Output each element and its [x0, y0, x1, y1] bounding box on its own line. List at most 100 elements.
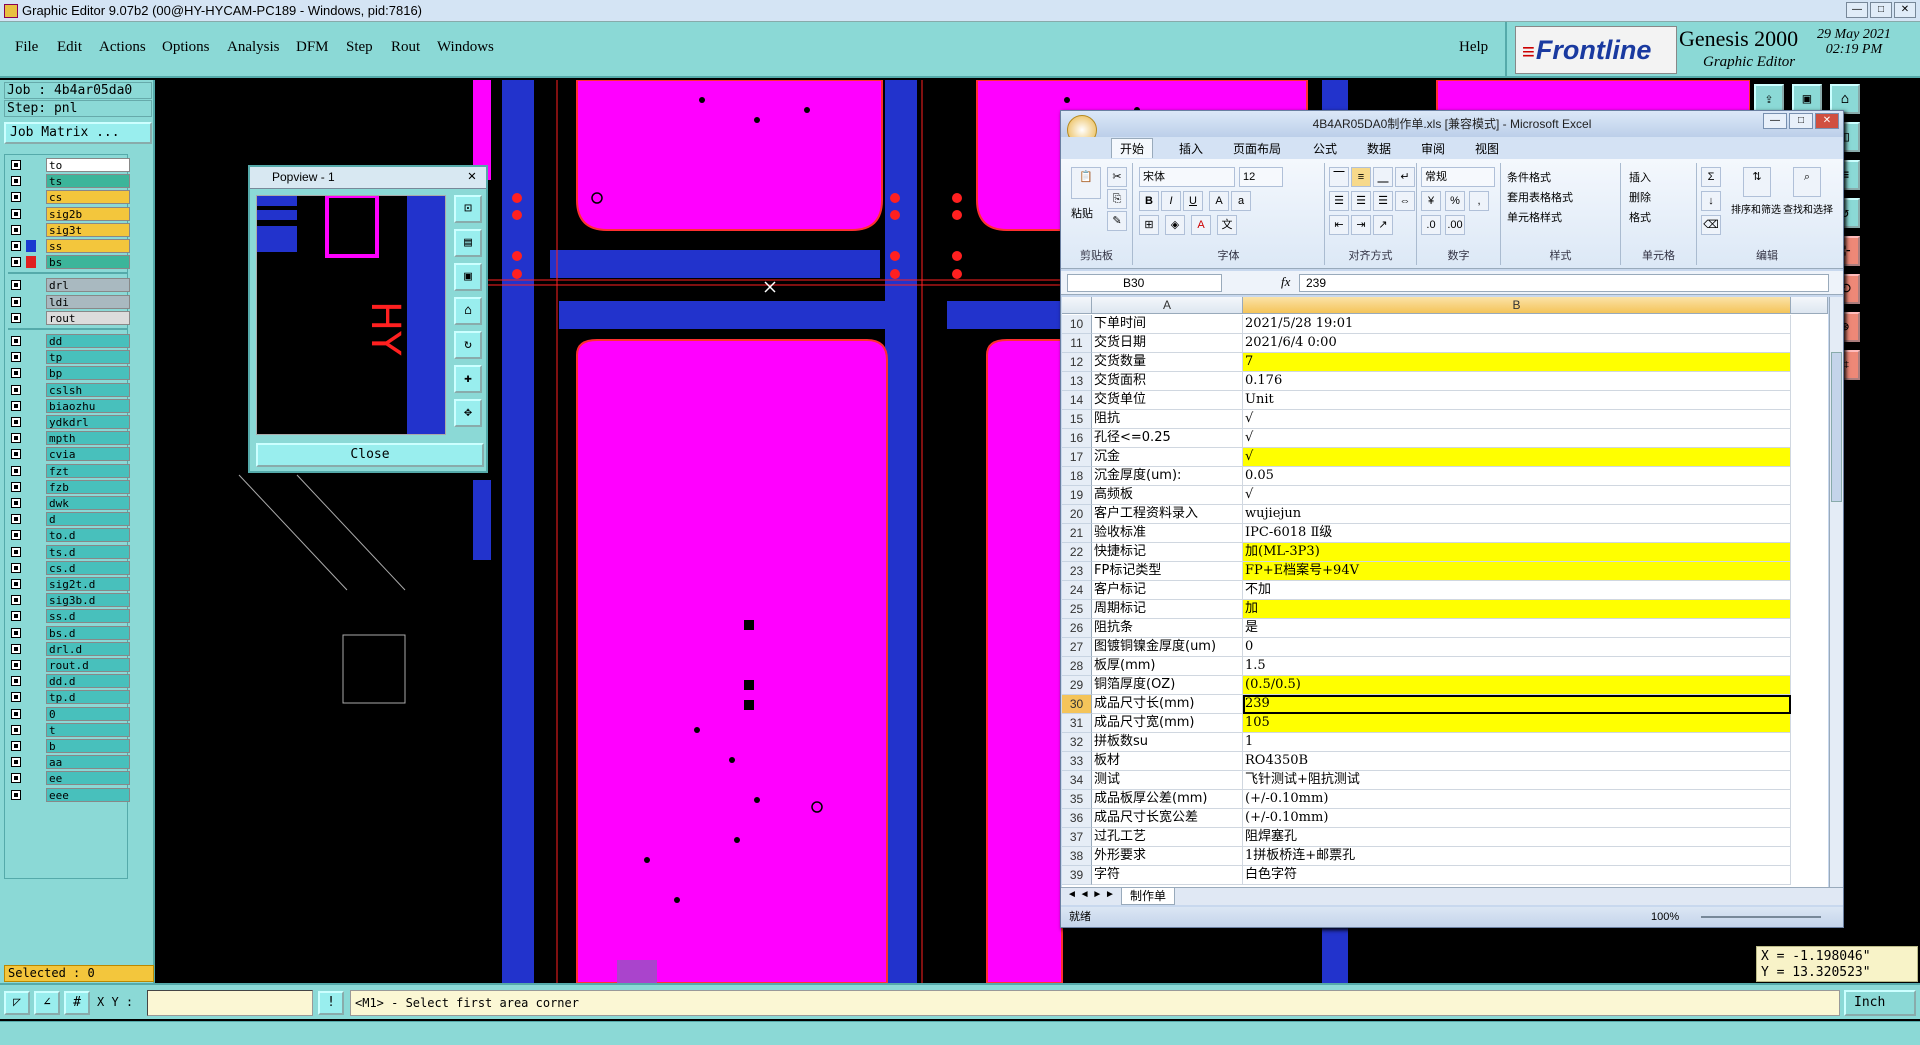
layer-checkbox[interactable] [11, 280, 21, 291]
row-number[interactable]: 19 [1062, 486, 1092, 505]
bold-icon[interactable]: B [1139, 191, 1159, 211]
grid-icon[interactable]: # [64, 991, 90, 1015]
layer-name[interactable]: mpth [46, 431, 130, 446]
conditional-format-button[interactable]: 条件格式 [1507, 169, 1551, 185]
vertical-scrollbar[interactable] [1829, 297, 1843, 887]
layer-row[interactable]: fzt [8, 463, 130, 478]
layer-checkbox[interactable] [11, 724, 21, 735]
layer-row[interactable]: drl [8, 278, 130, 293]
row-number[interactable]: 32 [1062, 733, 1092, 752]
layer-row[interactable]: aa [8, 755, 130, 770]
layer-indicator[interactable] [26, 279, 36, 291]
layer-indicator[interactable] [26, 708, 36, 720]
layer-row[interactable]: ydkdrl [8, 415, 130, 429]
layer-name[interactable]: fzt [46, 463, 130, 478]
layer-checkbox[interactable] [11, 417, 21, 427]
layer-indicator[interactable] [26, 224, 36, 236]
align-top-icon[interactable]: ⎺ [1329, 167, 1349, 187]
paste-button[interactable]: 粘贴 [1071, 205, 1093, 221]
layer-checkbox[interactable] [11, 384, 21, 395]
layer-row[interactable]: t [8, 722, 130, 737]
layer-name[interactable]: bs [46, 255, 130, 270]
cell-styles-button[interactable]: 单元格样式 [1507, 209, 1562, 225]
layer-indicator[interactable] [26, 724, 36, 736]
info-icon[interactable]: ! [318, 991, 344, 1015]
minimize-button[interactable]: — [1846, 2, 1868, 18]
format-painter-icon[interactable]: ✎ [1107, 211, 1127, 231]
row-number[interactable]: 18 [1062, 467, 1092, 486]
cell-value[interactable]: 加 [1243, 600, 1791, 619]
layer-row[interactable]: sig2t.d [8, 577, 130, 591]
align-middle-icon[interactable]: ≡ [1351, 167, 1371, 187]
layer-checkbox[interactable] [11, 660, 21, 670]
align-center-icon[interactable]: ☰ [1351, 191, 1371, 211]
excel-minimize-button[interactable]: — [1763, 113, 1787, 129]
layer-name[interactable]: ldi [46, 294, 130, 309]
excel-close-button[interactable]: ✕ [1815, 113, 1839, 129]
layer-name[interactable]: sig2t.d [46, 577, 130, 591]
layer-checkbox[interactable] [11, 514, 21, 525]
row-number[interactable]: 16 [1062, 429, 1092, 448]
menu-file[interactable]: File [15, 39, 38, 56]
xy-input[interactable] [147, 990, 313, 1016]
layer-name[interactable]: t [46, 722, 130, 737]
tab-home[interactable]: 开始 [1111, 138, 1154, 158]
layer-checkbox[interactable] [11, 595, 21, 606]
cell-value[interactable]: (0.5/0.5) [1243, 676, 1791, 695]
clear-icon[interactable]: ⌫ [1701, 215, 1721, 235]
layer-checkbox[interactable] [11, 296, 21, 307]
cell-label[interactable]: 交货单位 [1092, 391, 1243, 410]
border-icon[interactable]: ⊞ [1139, 215, 1159, 235]
tab-formulas[interactable]: 公式 [1313, 140, 1337, 157]
menu-help[interactable]: Help [1459, 39, 1488, 56]
phonetic-icon[interactable]: 文 [1217, 215, 1237, 235]
layer-indicator[interactable] [26, 594, 36, 606]
cell-value[interactable]: (+/-0.10mm) [1243, 809, 1791, 828]
layer-checkbox[interactable] [11, 433, 21, 444]
popview-zoom-in-icon[interactable]: ✚ [454, 365, 482, 393]
cell-label[interactable]: 下单时间 [1092, 315, 1243, 334]
layer-checkbox[interactable] [11, 611, 21, 622]
cell-value[interactable]: 2021/5/28 19:01 [1243, 315, 1791, 334]
layer-checkbox[interactable] [11, 208, 21, 219]
layer-indicator[interactable] [26, 481, 36, 493]
layer-name[interactable]: tp.d [46, 690, 130, 705]
layer-name[interactable]: dwk [46, 496, 130, 510]
layer-checkbox[interactable] [11, 336, 21, 346]
cell-value[interactable]: 阻焊塞孔 [1243, 828, 1791, 847]
cell-label[interactable]: 铜箔厚度(OZ) [1092, 676, 1243, 695]
format-as-table-button[interactable]: 套用表格格式 [1507, 189, 1573, 205]
cell-value[interactable]: √ [1243, 410, 1791, 429]
column-header-a[interactable]: A [1092, 297, 1243, 314]
layer-name[interactable]: ydkdrl [46, 415, 130, 429]
layer-name[interactable]: sig3b.d [46, 593, 130, 608]
layer-checkbox[interactable] [11, 449, 21, 460]
fx-icon[interactable]: fx [1281, 274, 1290, 290]
popview-zoom-out-icon[interactable]: ✥ [454, 399, 482, 427]
layer-indicator[interactable] [26, 448, 36, 460]
sort-filter-button[interactable]: 排序和筛选 [1731, 201, 1781, 216]
layer-checkbox[interactable] [11, 465, 21, 476]
layer-row[interactable]: bs.d [8, 625, 130, 640]
cell-label[interactable]: 快捷标记 [1092, 543, 1243, 562]
cut-icon[interactable]: ✂ [1107, 167, 1127, 187]
row-number[interactable]: 34 [1062, 771, 1092, 790]
comma-icon[interactable]: , [1469, 191, 1489, 211]
layer-row[interactable]: sig3t [8, 222, 130, 237]
layer-row[interactable]: rout [8, 310, 130, 325]
layer-name[interactable]: dd.d [46, 674, 130, 689]
layer-row[interactable]: b [8, 739, 130, 753]
row-number[interactable]: 13 [1062, 372, 1092, 391]
layer-row[interactable]: dd.d [8, 674, 130, 689]
cell-label[interactable]: 图镀铜镍金厚度(um) [1092, 638, 1243, 657]
layer-name[interactable]: 0 [46, 706, 130, 721]
cell-label[interactable]: 字符 [1092, 866, 1243, 885]
cell-value[interactable]: 7 [1243, 353, 1791, 372]
layer-indicator[interactable] [26, 740, 36, 752]
layer-name[interactable]: d [46, 512, 130, 527]
layer-name[interactable]: fzb [46, 479, 130, 494]
layer-indicator[interactable] [26, 240, 36, 252]
close-window-button[interactable]: ✕ [1894, 2, 1916, 18]
layer-checkbox[interactable] [11, 627, 21, 638]
currency-icon[interactable]: ¥ [1421, 191, 1441, 211]
